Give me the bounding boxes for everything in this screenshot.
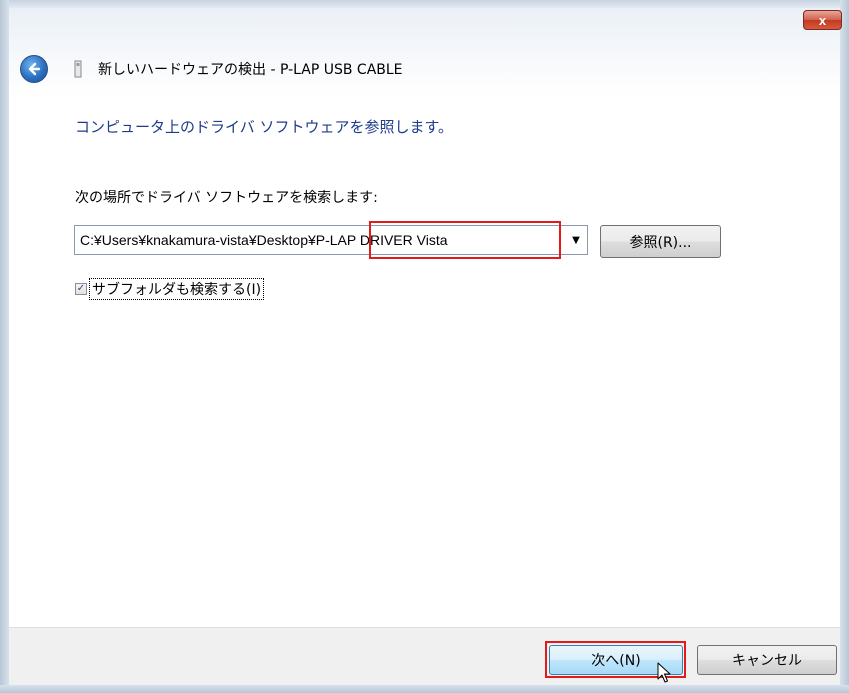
path-combobox[interactable]: C:¥Users¥knakamura-vista¥Desktop¥P-LAP D… — [74, 225, 588, 255]
window-frame-bottom — [0, 685, 849, 693]
subfolder-checkbox-label[interactable]: サブフォルダも検索する(I) — [88, 278, 265, 300]
subfolder-checkbox[interactable]: ✓ — [75, 283, 87, 295]
wizard-window: x 新しいハードウェアの検出 - P-LAP USB CABLE コンピュータ上… — [0, 0, 849, 693]
window-frame-top — [0, 0, 849, 8]
back-arrow-icon — [28, 62, 41, 76]
close-button[interactable]: x — [803, 10, 842, 30]
window-frame-right — [840, 0, 849, 693]
dropdown-arrow-icon[interactable]: ▼ — [565, 226, 587, 254]
usb-device-icon — [72, 60, 84, 78]
back-button[interactable] — [20, 55, 48, 83]
window-frame-left — [0, 0, 9, 693]
subfolder-checkbox-row[interactable]: ✓ サブフォルダも検索する(I) — [75, 278, 265, 300]
page-heading: コンピュータ上のドライバ ソフトウェアを参照します。 — [75, 118, 453, 136]
browse-button[interactable]: 参照(R)... — [600, 225, 721, 258]
title-bar — [9, 8, 840, 96]
search-location-label: 次の場所でドライバ ソフトウェアを検索します: — [75, 190, 378, 206]
cancel-button[interactable]: キャンセル — [697, 645, 837, 675]
window-title: 新しいハードウェアの検出 - P-LAP USB CABLE — [98, 62, 403, 78]
path-input[interactable]: C:¥Users¥knakamura-vista¥Desktop¥P-LAP D… — [75, 232, 565, 248]
close-icon: x — [818, 12, 827, 28]
mouse-cursor-icon — [657, 662, 671, 683]
